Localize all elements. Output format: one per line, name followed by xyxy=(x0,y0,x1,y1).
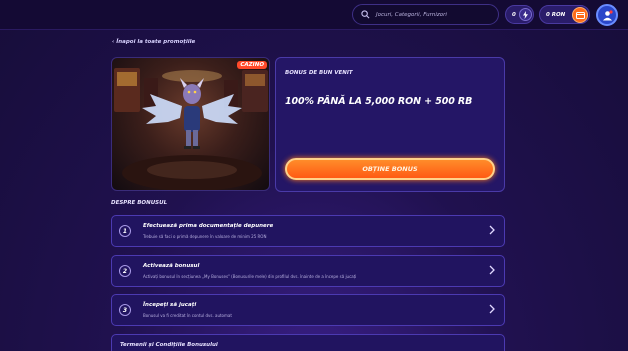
step-description: Trebuie să faci o primă depunere în valo… xyxy=(143,234,267,239)
offer-kicker: BONUS DE BUN VENIT xyxy=(285,70,353,76)
rewards-balance-pill[interactable]: 0 xyxy=(505,5,534,24)
step-title: Efectuează prima documentație depunere xyxy=(143,223,274,229)
step-item-3[interactable]: 3 Începeți să jucați Bonusul va fi credi… xyxy=(111,294,505,326)
terms-accordion[interactable]: Termenii și Condițiile Bonusului xyxy=(111,334,505,351)
step-item-1[interactable]: 1 Efectuează prima documentație depunere… xyxy=(111,215,505,247)
dragon-mascot-illustration xyxy=(114,68,268,190)
chevron-right-icon xyxy=(489,265,495,275)
search-input[interactable]: Jocuri, Categorii, Furnizori xyxy=(352,4,499,25)
chevron-right-icon xyxy=(489,304,495,314)
wallet-balance-pill[interactable]: 0 RON xyxy=(539,5,590,24)
step-number: 2 xyxy=(119,265,131,277)
get-bonus-button[interactable]: OBȚINE BONUS xyxy=(285,158,495,180)
chevron-right-icon xyxy=(489,225,495,235)
back-link-label: Înapoi la toate promoțiile xyxy=(116,39,196,45)
user-icon xyxy=(602,9,613,20)
casino-badge: CAZINO xyxy=(237,61,267,69)
step-description: Bonusul va fi creditat în contul dvs. au… xyxy=(143,313,232,318)
lightning-icon xyxy=(518,8,532,21)
step-description: Activați bonusul în secțiunea „My Bonuse… xyxy=(143,274,357,279)
search-icon xyxy=(361,10,370,19)
step-number: 1 xyxy=(119,225,131,237)
section-title: DESPRE BONUSUL xyxy=(111,200,168,206)
top-bar: Jocuri, Categorii, Furnizori 0 0 RON xyxy=(0,0,628,30)
terms-title: Termenii și Condițiile Bonusului xyxy=(120,342,218,348)
offer-headline: 100% PÂNĂ LA 5,000 RON + 500 RB xyxy=(285,96,473,107)
user-avatar[interactable] xyxy=(596,4,618,26)
step-number: 3 xyxy=(119,304,131,316)
rewards-balance-value: 0 xyxy=(512,11,516,18)
back-link[interactable]: ‹ Înapoi la toate promoțiile xyxy=(112,39,195,45)
promo-hero-image: CAZINO xyxy=(111,57,270,191)
step-item-2[interactable]: 2 Activează bonusul Activați bonusul în … xyxy=(111,255,505,287)
step-title: Activează bonusul xyxy=(143,263,200,269)
deposit-icon[interactable] xyxy=(572,7,588,23)
wallet-balance-value: 0 RON xyxy=(546,11,566,18)
step-title: Începeți să jucați xyxy=(143,302,197,308)
search-placeholder: Jocuri, Categorii, Furnizori xyxy=(376,11,447,18)
